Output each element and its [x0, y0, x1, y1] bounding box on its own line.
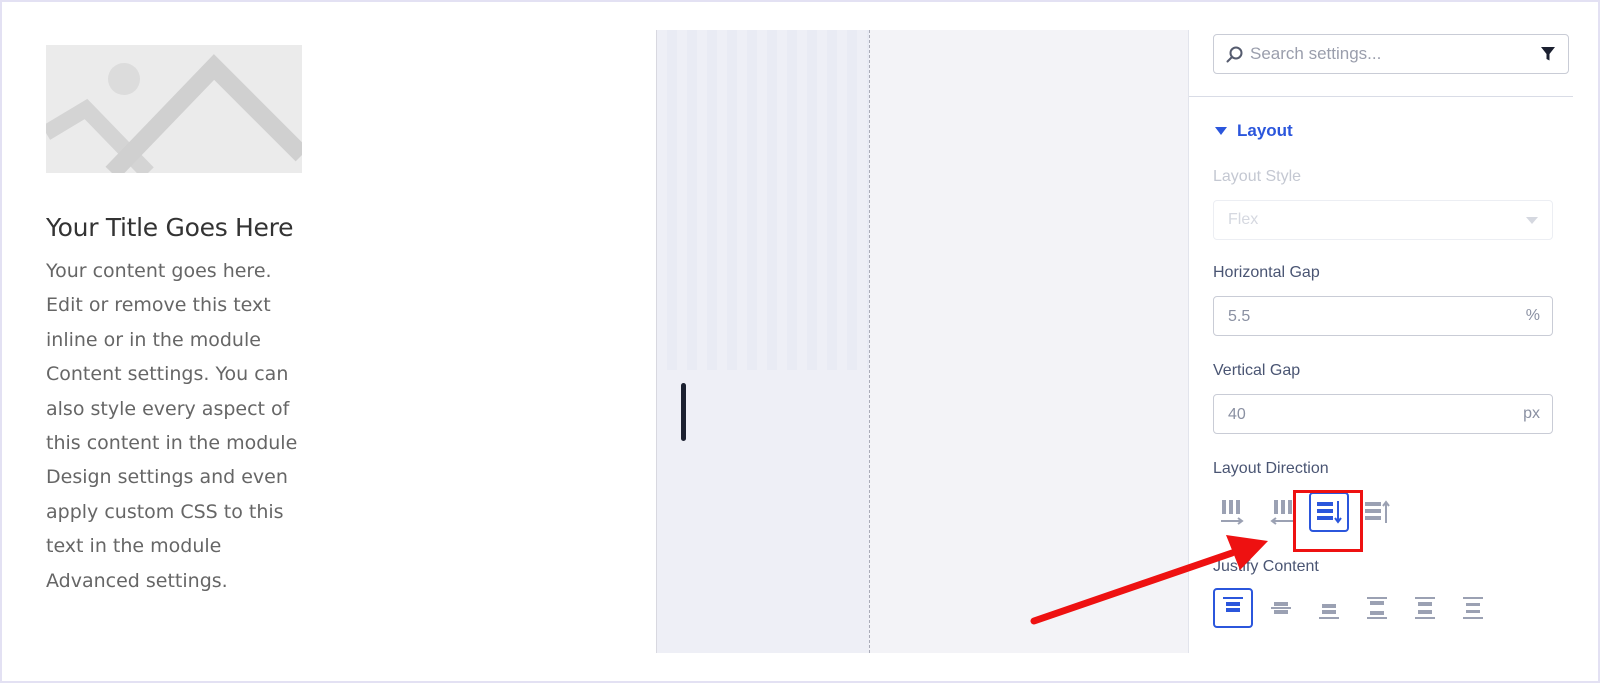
vertical-gap-label: Vertical Gap [1213, 362, 1301, 379]
column-padding-overlay [657, 30, 869, 370]
vertical-gap-unit[interactable]: px [1523, 405, 1540, 423]
chevron-down-icon [1526, 217, 1538, 224]
justify-end-icon [1319, 604, 1339, 619]
horizontal-gap-label: Horizontal Gap [1213, 264, 1320, 281]
justify-content-label: Justify Content [1213, 558, 1319, 575]
justify-content-options [1213, 588, 1493, 628]
justify-space-between-button[interactable] [1357, 588, 1397, 628]
layout-style-label: Layout Style [1213, 168, 1302, 185]
layout-section-title: Layout [1237, 121, 1293, 140]
vertical-gap-input[interactable] [1228, 404, 1478, 426]
caret-down-icon [1215, 127, 1227, 135]
row-reverse-icon [1270, 500, 1293, 525]
layout-style-select[interactable]: Flex [1213, 200, 1553, 240]
annotation-highlight-box [1293, 490, 1363, 552]
horizontal-gap-unit[interactable]: % [1526, 307, 1540, 325]
row-icon [1221, 500, 1244, 525]
search-input[interactable] [1250, 41, 1530, 67]
justify-center-button[interactable] [1261, 588, 1301, 628]
resize-handle[interactable] [681, 383, 686, 441]
justify-start-button[interactable] [1213, 588, 1253, 628]
layout-direction-label: Layout Direction [1213, 460, 1329, 477]
horizontal-gap-input[interactable] [1228, 306, 1478, 328]
column-divider [869, 30, 870, 653]
justify-space-around-icon [1415, 597, 1435, 619]
layout-style-value: Flex [1228, 211, 1259, 228]
search-box[interactable] [1213, 34, 1569, 74]
horizontal-gap-field[interactable]: % [1213, 296, 1553, 336]
layout-section-toggle[interactable]: Layout [1213, 120, 1293, 142]
column-reverse-icon [1365, 500, 1390, 523]
direction-column-reverse-button[interactable] [1357, 492, 1397, 532]
settings-panel: Layout Layout Style Flex Horizontal Gap … [1188, 30, 1573, 653]
justify-end-button[interactable] [1309, 588, 1349, 628]
justify-space-evenly-icon [1463, 597, 1483, 619]
blurb-body-text: Your content goes here. Edit or remove t… [46, 260, 298, 592]
mountain-landscape-icon [46, 54, 302, 173]
panel-separator [1189, 96, 1573, 97]
search-icon [1226, 46, 1243, 63]
justify-space-evenly-button[interactable] [1453, 588, 1493, 628]
builder-canvas[interactable] [656, 30, 1188, 653]
vertical-gap-field[interactable]: px [1213, 394, 1553, 434]
justify-start-icon [1223, 597, 1243, 612]
justify-space-between-icon [1367, 597, 1387, 619]
justify-center-icon [1271, 602, 1291, 614]
blurb-module[interactable]: Your Title Goes Here Your content goes h… [46, 45, 316, 598]
direction-row-button[interactable] [1213, 492, 1253, 532]
justify-space-around-button[interactable] [1405, 588, 1445, 628]
filter-icon[interactable] [1540, 46, 1556, 62]
placeholder-image [46, 45, 302, 173]
blurb-title: Your Title Goes Here [46, 213, 294, 242]
